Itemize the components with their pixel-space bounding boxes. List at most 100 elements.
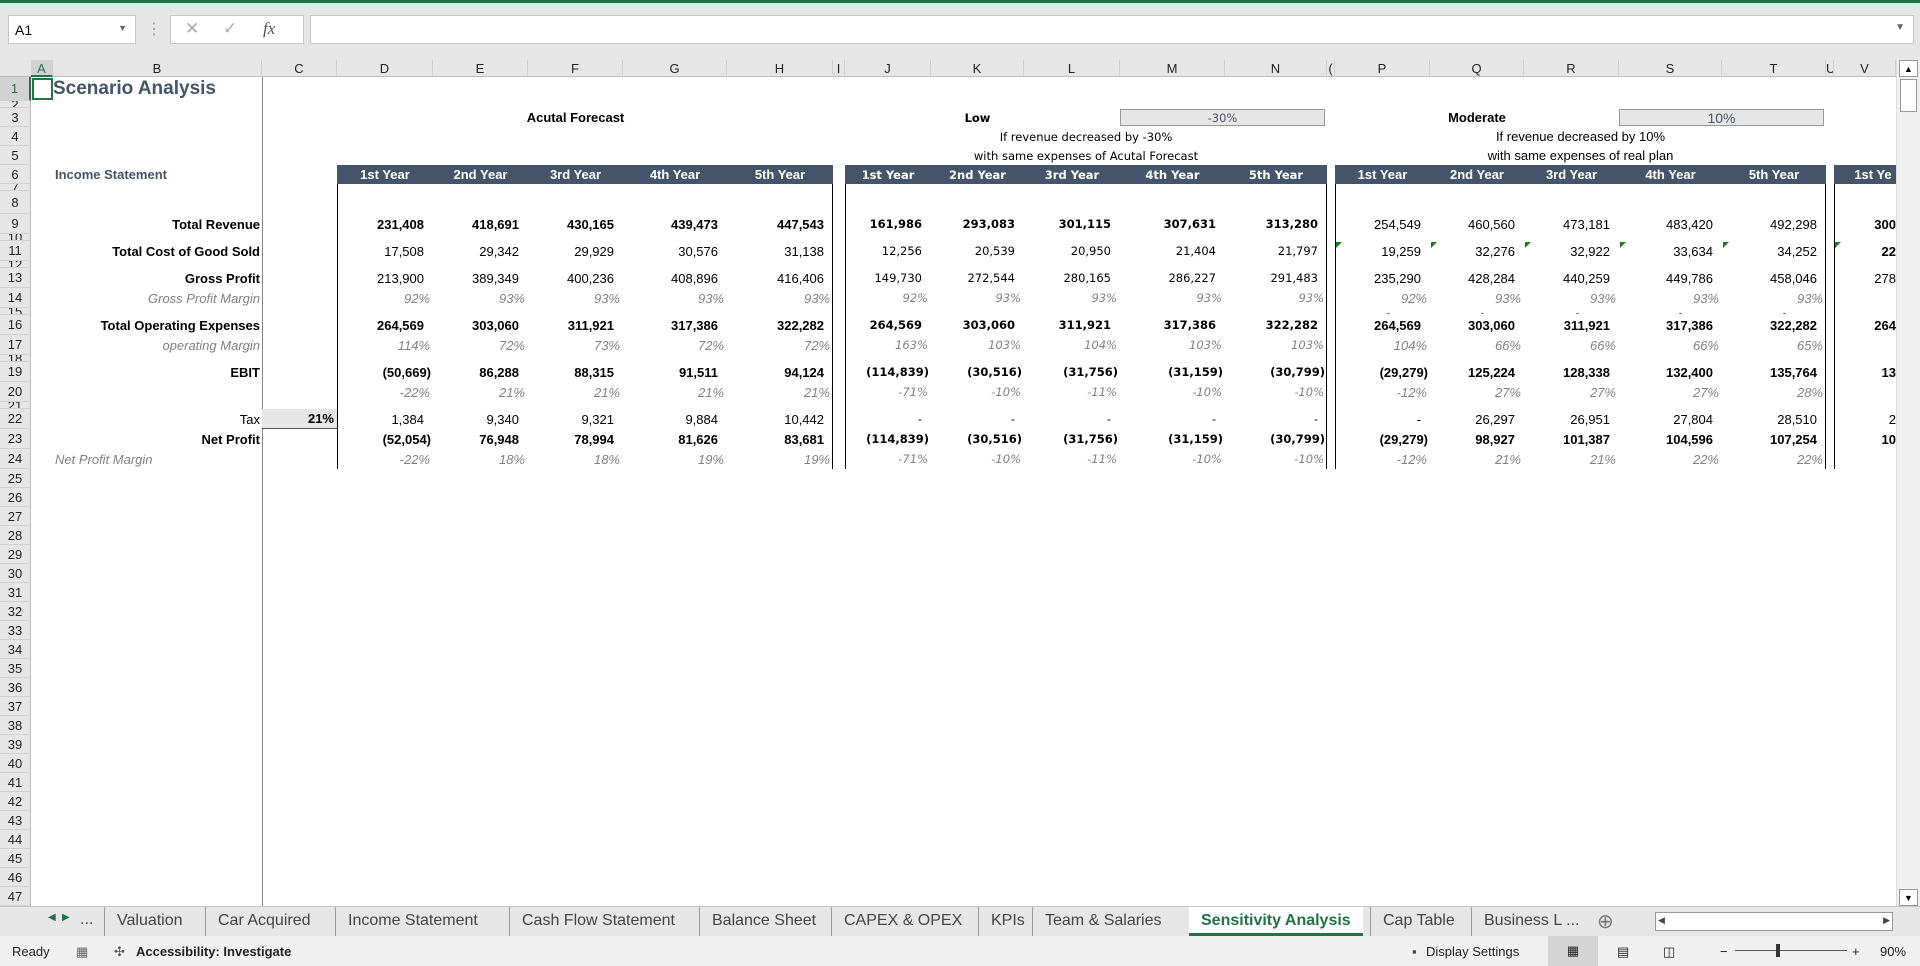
accessibility-status[interactable]: Accessibility: Investigate	[136, 944, 291, 959]
row-header-12[interactable]: 12	[0, 261, 31, 268]
row-header-45[interactable]: 45	[0, 849, 31, 868]
row-header-23[interactable]: 23	[0, 429, 31, 449]
row-header-27[interactable]: 27	[0, 507, 31, 526]
column-header-9[interactable]: J	[845, 60, 931, 77]
error-indicator-icon[interactable]	[1525, 242, 1531, 248]
tab-prev-icon[interactable]: ◀	[48, 912, 56, 923]
tab-team-salaries[interactable]: Team & Salaries	[1032, 907, 1174, 936]
row-header-26[interactable]: 26	[0, 488, 31, 507]
column-header-4[interactable]: E	[433, 60, 528, 77]
row-header-14[interactable]: 14	[0, 288, 31, 308]
row-header-44[interactable]: 44	[0, 830, 31, 849]
row-header-36[interactable]: 36	[0, 678, 31, 697]
column-header-15[interactable]: P	[1335, 60, 1430, 77]
row-header-37[interactable]: 37	[0, 697, 31, 716]
scroll-down-icon[interactable]: ▼	[1899, 889, 1918, 906]
scroll-up-icon[interactable]: ▲	[1899, 60, 1918, 77]
row-header-13[interactable]: 13	[0, 268, 31, 288]
tax-rate-input[interactable]: 21%	[262, 409, 337, 429]
scenario-rate-input[interactable]: 10%	[1619, 109, 1824, 126]
column-header-17[interactable]: R	[1524, 60, 1619, 77]
row-header-25[interactable]: 25	[0, 469, 31, 488]
row-header-3[interactable]: 3	[0, 108, 31, 127]
row-header-17[interactable]: 17	[0, 335, 31, 355]
page-layout-view-icon[interactable]: ▤	[1617, 944, 1629, 960]
column-header-11[interactable]: L	[1024, 60, 1120, 77]
column-header-13[interactable]: N	[1225, 60, 1327, 77]
column-header-16[interactable]: Q	[1430, 60, 1524, 77]
row-header-28[interactable]: 28	[0, 526, 31, 545]
tab-business-l-[interactable]: Business L ...	[1471, 907, 1591, 936]
scroll-left-icon[interactable]: ◀	[1658, 915, 1665, 926]
row-header-47[interactable]: 47	[0, 887, 31, 906]
row-header-34[interactable]: 34	[0, 640, 31, 659]
column-header-7[interactable]: H	[727, 60, 833, 77]
name-box[interactable]: A1 ▼	[8, 15, 136, 44]
enter-icon[interactable]: ✓	[223, 19, 237, 39]
vertical-scrollbar[interactable]: ▲ ▼	[1896, 60, 1920, 906]
row-header-16[interactable]: 16	[0, 315, 31, 335]
error-indicator-icon[interactable]	[1723, 242, 1729, 248]
column-header-0[interactable]: A	[31, 60, 53, 77]
zoom-slider-thumb[interactable]	[1776, 944, 1780, 957]
column-header-21[interactable]: V	[1834, 60, 1896, 77]
row-header-33[interactable]: 33	[0, 621, 31, 640]
tab-capex-opex[interactable]: CAPEX & OPEX	[831, 907, 974, 936]
row-header-2[interactable]: 2	[0, 101, 31, 108]
tab-balance-sheet[interactable]: Balance Sheet	[699, 907, 828, 936]
insert-function-icon[interactable]: fx	[263, 19, 275, 39]
column-header-18[interactable]: S	[1619, 60, 1722, 77]
row-header-20[interactable]: 20	[0, 382, 31, 402]
row-header-21[interactable]: 21	[0, 402, 31, 409]
row-header-31[interactable]: 31	[0, 583, 31, 602]
cancel-icon[interactable]: ✕	[185, 19, 199, 39]
more-tabs-button[interactable]: ...	[80, 911, 93, 929]
row-header-29[interactable]: 29	[0, 545, 31, 564]
scroll-right-icon[interactable]: ▶	[1883, 915, 1890, 926]
add-sheet-icon[interactable]: ⊕	[1597, 909, 1614, 934]
column-header-2[interactable]: C	[262, 60, 337, 77]
row-header-22[interactable]: 22	[0, 409, 31, 429]
row-header-40[interactable]: 40	[0, 754, 31, 773]
row-header-41[interactable]: 41	[0, 773, 31, 792]
row-header-7[interactable]: 7	[0, 184, 31, 191]
row-header-46[interactable]: 46	[0, 868, 31, 887]
tab-cap-table[interactable]: Cap Table	[1370, 907, 1467, 936]
tab-cash-flow-statement[interactable]: Cash Flow Statement	[509, 907, 687, 936]
row-header-10[interactable]: 10	[0, 234, 31, 241]
page-break-view-icon[interactable]: ◫	[1663, 944, 1675, 960]
row-header-15[interactable]: 15	[0, 308, 31, 315]
column-header-5[interactable]: F	[528, 60, 623, 77]
tab-valuation[interactable]: Valuation	[104, 907, 195, 936]
column-header-19[interactable]: T	[1722, 60, 1826, 77]
expand-formula-bar-icon[interactable]: ▼	[1895, 22, 1905, 33]
error-indicator-icon[interactable]	[1620, 242, 1626, 248]
normal-view-icon[interactable]: ▦	[1548, 936, 1598, 966]
tab-car-acquired[interactable]: Car Acquired	[205, 907, 323, 936]
error-indicator-icon[interactable]	[1431, 242, 1437, 248]
zoom-out-button[interactable]: −	[1720, 944, 1728, 959]
row-header-9[interactable]: 9	[0, 214, 31, 234]
error-indicator-icon[interactable]	[1336, 242, 1342, 248]
column-header-3[interactable]: D	[337, 60, 433, 77]
row-header-39[interactable]: 39	[0, 735, 31, 754]
column-header-12[interactable]: M	[1120, 60, 1225, 77]
column-header-1[interactable]: B	[53, 60, 262, 77]
row-header-24[interactable]: 24	[0, 449, 31, 469]
row-header-6[interactable]: 6	[0, 165, 31, 184]
row-header-19[interactable]: 19	[0, 362, 31, 382]
drag-handle-icon[interactable]: ⋮	[146, 19, 162, 39]
row-header-8[interactable]: 8	[0, 191, 31, 214]
row-header-1[interactable]: 1	[0, 77, 31, 101]
scenario-rate-input[interactable]: -30%	[1120, 109, 1325, 126]
horizontal-scrollbar[interactable]: ◀ ▶	[1655, 912, 1893, 931]
column-header-8[interactable]: I	[833, 60, 845, 77]
row-header-30[interactable]: 30	[0, 564, 31, 583]
row-header-11[interactable]: 11	[0, 241, 31, 261]
row-header-18[interactable]: 18	[0, 355, 31, 362]
macro-recording-icon[interactable]: ▦	[76, 944, 88, 960]
row-header-35[interactable]: 35	[0, 659, 31, 678]
row-header-4[interactable]: 4	[0, 127, 31, 146]
scroll-thumb[interactable]	[1900, 79, 1917, 112]
zoom-level[interactable]: 90%	[1880, 944, 1906, 959]
